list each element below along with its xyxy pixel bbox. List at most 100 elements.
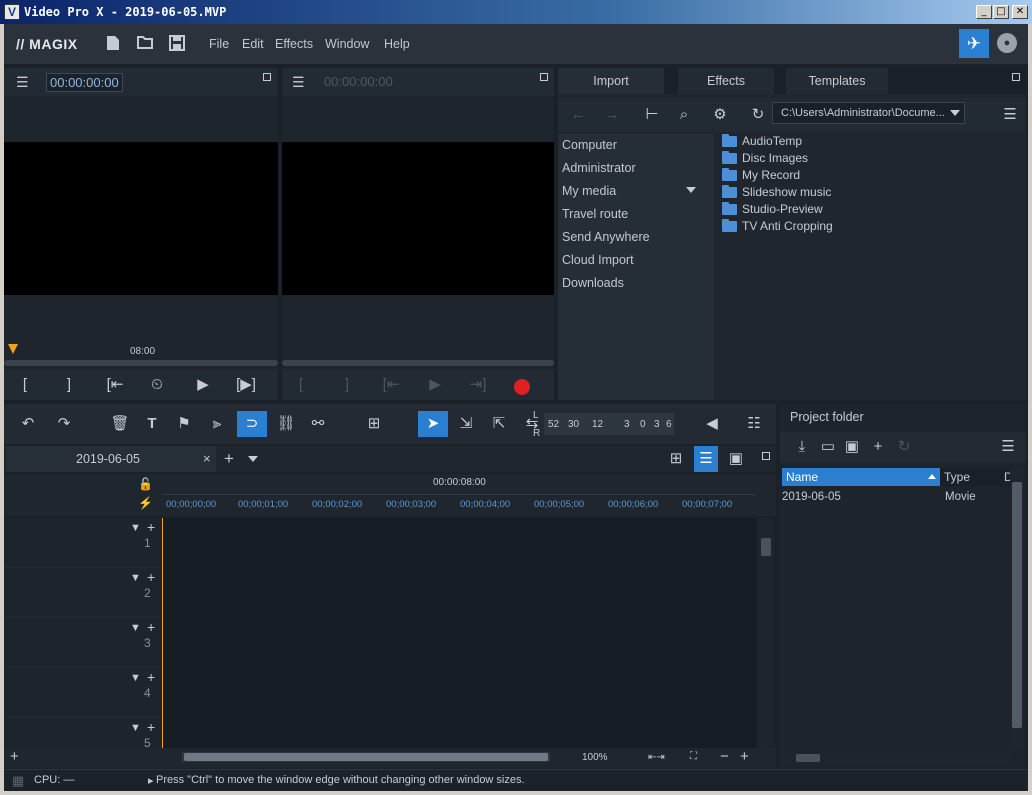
track-add-icon[interactable]: + bbox=[147, 569, 155, 585]
program-maximize-icon[interactable] bbox=[540, 73, 548, 81]
folder-item[interactable]: AudioTemp bbox=[722, 134, 802, 148]
program-scrub-bar[interactable] bbox=[282, 360, 554, 366]
column-name[interactable]: Name bbox=[782, 468, 940, 486]
menu-file[interactable]: File bbox=[209, 37, 229, 51]
insert-mode-icon[interactable]: ⊞ bbox=[362, 411, 386, 437]
track-header[interactable]: ▼ + 2 bbox=[4, 568, 160, 618]
new-file-icon[interactable] bbox=[104, 35, 122, 53]
nav-send-anywhere[interactable]: Send Anywhere bbox=[562, 230, 650, 244]
zoom-frame-icon[interactable]: ⛶ bbox=[690, 751, 697, 762]
save-icon[interactable] bbox=[168, 35, 186, 53]
path-chevron-down-icon[interactable] bbox=[950, 110, 960, 116]
program-play-button[interactable]: ▶ bbox=[424, 375, 446, 395]
view-options-icon[interactable]: ☰ bbox=[998, 102, 1022, 128]
project-vscroll-thumb[interactable] bbox=[1012, 482, 1022, 728]
menu-edit[interactable]: Edit bbox=[242, 37, 264, 51]
folder-item[interactable]: Studio-Preview bbox=[722, 202, 823, 216]
menu-window[interactable]: Window bbox=[325, 37, 369, 51]
track-add-icon[interactable]: + bbox=[147, 519, 155, 535]
track-header[interactable]: ▼ + 4 bbox=[4, 668, 160, 718]
timeline-tab[interactable]: 2019-06-05 × bbox=[6, 446, 216, 472]
track-collapse-icon[interactable]: ▼ bbox=[130, 722, 141, 734]
nav-my-media[interactable]: My media bbox=[562, 184, 616, 198]
timeline-vscroll-thumb[interactable] bbox=[761, 538, 771, 556]
track-collapse-icon[interactable]: ▼ bbox=[130, 522, 141, 534]
track-header[interactable]: ▼ + 5 bbox=[4, 718, 160, 748]
zoom-in-icon[interactable]: + bbox=[740, 748, 749, 765]
gear-icon[interactable]: ⚙ bbox=[708, 102, 732, 128]
performance-mode-icon[interactable]: ✈ bbox=[959, 29, 989, 58]
track-add-icon[interactable]: + bbox=[147, 669, 155, 685]
open-folder-icon[interactable] bbox=[136, 35, 154, 53]
program-mark-in-button[interactable]: [ bbox=[290, 375, 312, 395]
source-maximize-icon[interactable] bbox=[263, 73, 271, 81]
lock-icon[interactable]: 🔓 bbox=[138, 477, 153, 491]
trim-tool-icon[interactable]: ⇲ bbox=[454, 411, 478, 437]
close-tab-icon[interactable]: × bbox=[203, 451, 211, 466]
project-hscroll-thumb[interactable] bbox=[796, 754, 820, 762]
back-arrow-icon[interactable]: ← bbox=[566, 102, 590, 128]
source-go-start-button[interactable]: [⇤ bbox=[102, 375, 128, 395]
minimize-button[interactable]: _ bbox=[976, 5, 992, 19]
undo-icon[interactable]: ↶ bbox=[16, 411, 40, 437]
tab-effects[interactable]: Effects bbox=[678, 68, 774, 94]
delete-icon[interactable]: 🗑 bbox=[108, 411, 132, 437]
zoom-fit-icon[interactable]: ⇤⇥ bbox=[648, 752, 665, 763]
record-button[interactable] bbox=[514, 379, 530, 395]
magnet-snap-icon[interactable]: ⊃ bbox=[237, 411, 267, 437]
disc-burn-icon[interactable]: ● bbox=[997, 33, 1017, 53]
timeline-horizontal-scrollbar[interactable] bbox=[182, 752, 550, 762]
add-track-icon[interactable]: + bbox=[10, 748, 19, 765]
roll-tool-icon[interactable]: ⇱ bbox=[487, 411, 511, 437]
source-loop-icon[interactable]: ⏲ bbox=[146, 375, 168, 395]
program-go-back-button[interactable]: [⇤ bbox=[378, 375, 404, 395]
path-dropdown[interactable]: C:\Users\Administrator\Docume... bbox=[772, 102, 965, 124]
redo-icon[interactable]: ↷ bbox=[52, 411, 76, 437]
speaker-icon[interactable]: ◀ bbox=[700, 411, 724, 437]
source-mark-in-button[interactable]: [ bbox=[14, 375, 36, 395]
track-collapse-icon[interactable]: ▼ bbox=[130, 572, 141, 584]
nav-cloud-import[interactable]: Cloud Import bbox=[562, 253, 634, 267]
marker-flag-icon[interactable]: ⚑ bbox=[172, 411, 196, 437]
program-menu-icon[interactable]: ☰ bbox=[292, 74, 305, 91]
folder-tree-icon[interactable]: ⊢ bbox=[640, 102, 664, 128]
column-d[interactable]: D bbox=[1002, 468, 1013, 486]
link-icon[interactable]: ⛓ bbox=[274, 411, 298, 437]
folder-item[interactable]: TV Anti Cropping bbox=[722, 219, 833, 233]
title-text-icon[interactable]: T bbox=[140, 411, 164, 437]
refresh-icon[interactable]: ↻ bbox=[746, 102, 770, 128]
track-canvas[interactable] bbox=[162, 518, 756, 748]
lightning-icon[interactable]: ⚡ bbox=[138, 496, 153, 510]
source-mark-out-button[interactable]: ] bbox=[58, 375, 80, 395]
zoom-level[interactable]: 100% bbox=[582, 752, 608, 763]
timeline-maximize-icon[interactable] bbox=[762, 452, 770, 460]
close-button[interactable]: ✕ bbox=[1012, 5, 1028, 19]
tab-chevron-down-icon[interactable] bbox=[248, 456, 258, 462]
add-item-icon[interactable]: + bbox=[866, 434, 890, 460]
track-collapse-icon[interactable]: ▼ bbox=[130, 672, 141, 684]
program-mark-out-button[interactable]: ] bbox=[336, 375, 358, 395]
program-timecode[interactable]: 00:00:00:00 bbox=[324, 74, 393, 89]
media-pool-maximize-icon[interactable] bbox=[1012, 73, 1020, 81]
source-playhead-icon[interactable] bbox=[8, 344, 18, 354]
tab-templates[interactable]: Templates bbox=[786, 68, 888, 94]
nav-administrator[interactable]: Administrator bbox=[562, 161, 636, 175]
audio-meter-icon[interactable]: ⇆ bbox=[520, 411, 544, 437]
track-header[interactable]: ▼ + 3 bbox=[4, 618, 160, 668]
column-type[interactable]: Type bbox=[942, 468, 998, 486]
timecode-ruler[interactable]: 00;00;00;00 00;00;01;00 00;00;02;00 00;0… bbox=[162, 494, 756, 514]
nav-downloads[interactable]: Downloads bbox=[562, 276, 624, 290]
pointer-icon[interactable]: ➤ bbox=[418, 411, 448, 437]
folder-item[interactable]: Disc Images bbox=[722, 151, 808, 165]
project-horizontal-scrollbar[interactable] bbox=[782, 752, 1010, 764]
menu-effects[interactable]: Effects bbox=[275, 37, 313, 51]
program-go-forward-button[interactable]: ⇥] bbox=[464, 375, 492, 395]
project-vertical-scrollbar[interactable] bbox=[1010, 468, 1024, 750]
forward-arrow-icon[interactable]: → bbox=[600, 102, 624, 128]
tab-import[interactable]: Import bbox=[558, 68, 664, 94]
import-download-icon[interactable]: ⤓ bbox=[790, 434, 814, 460]
timeline-mode-icon[interactable]: ☰ bbox=[694, 446, 718, 472]
source-play-button[interactable]: ▶ bbox=[192, 375, 214, 395]
menu-help[interactable]: Help bbox=[384, 37, 410, 51]
timeline-hscroll-thumb[interactable] bbox=[184, 753, 548, 761]
